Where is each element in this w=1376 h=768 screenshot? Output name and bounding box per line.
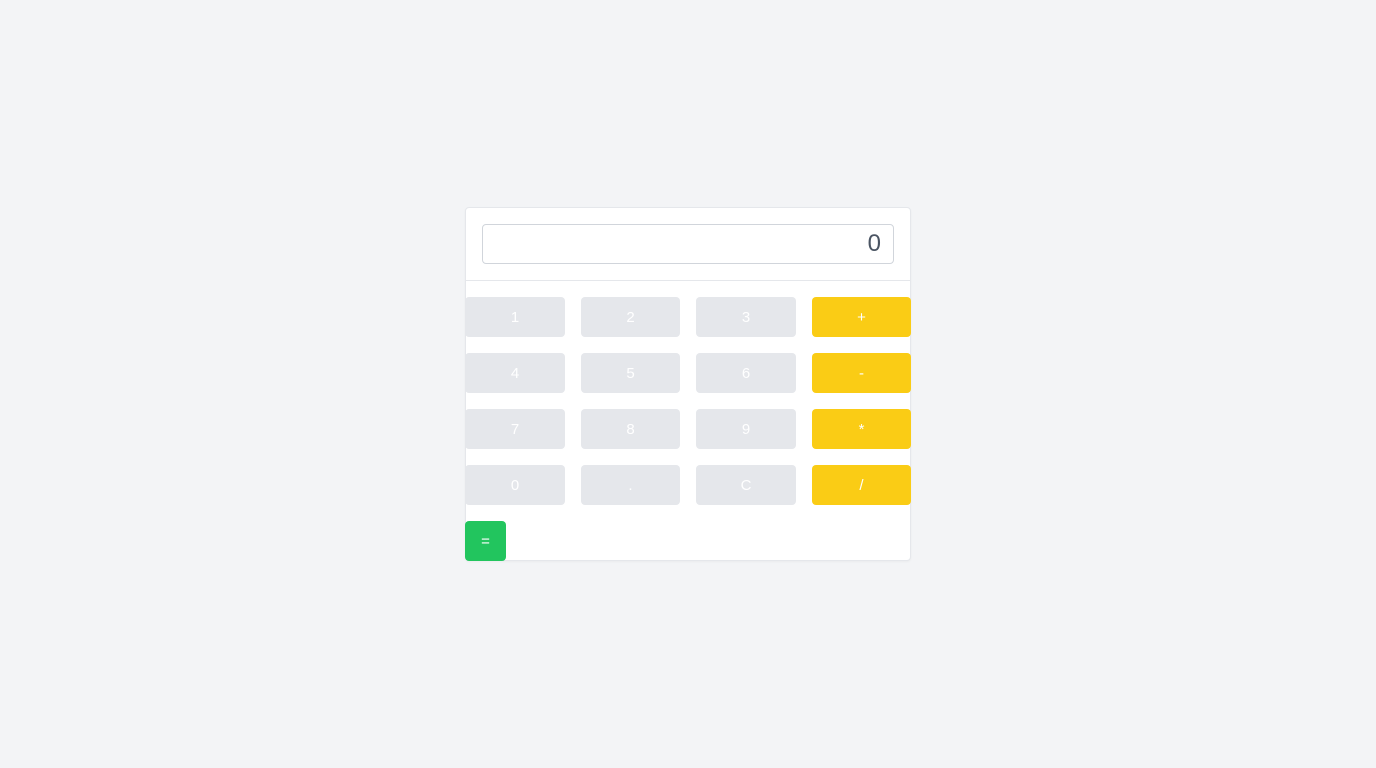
- digit-9-button[interactable]: 9: [696, 409, 796, 449]
- digit-2-button[interactable]: 2: [581, 297, 680, 337]
- digit-8-button[interactable]: 8: [581, 409, 680, 449]
- add-button[interactable]: +: [812, 297, 911, 337]
- digit-3-button[interactable]: 3: [696, 297, 796, 337]
- digit-1-button[interactable]: 1: [465, 297, 565, 337]
- clear-button[interactable]: C: [696, 465, 796, 505]
- subtract-button[interactable]: -: [812, 353, 911, 393]
- multiply-button[interactable]: *: [812, 409, 911, 449]
- digit-7-button[interactable]: 7: [465, 409, 565, 449]
- divide-button[interactable]: /: [812, 465, 911, 505]
- equals-button[interactable]: =: [465, 521, 506, 561]
- digit-6-button[interactable]: 6: [696, 353, 796, 393]
- digit-4-button[interactable]: 4: [465, 353, 565, 393]
- digit-0-button[interactable]: 0: [465, 465, 565, 505]
- decimal-point-button[interactable]: .: [581, 465, 680, 505]
- calculator-display: 0: [482, 224, 894, 264]
- display-panel: 0: [466, 208, 910, 281]
- digit-5-button[interactable]: 5: [581, 353, 680, 393]
